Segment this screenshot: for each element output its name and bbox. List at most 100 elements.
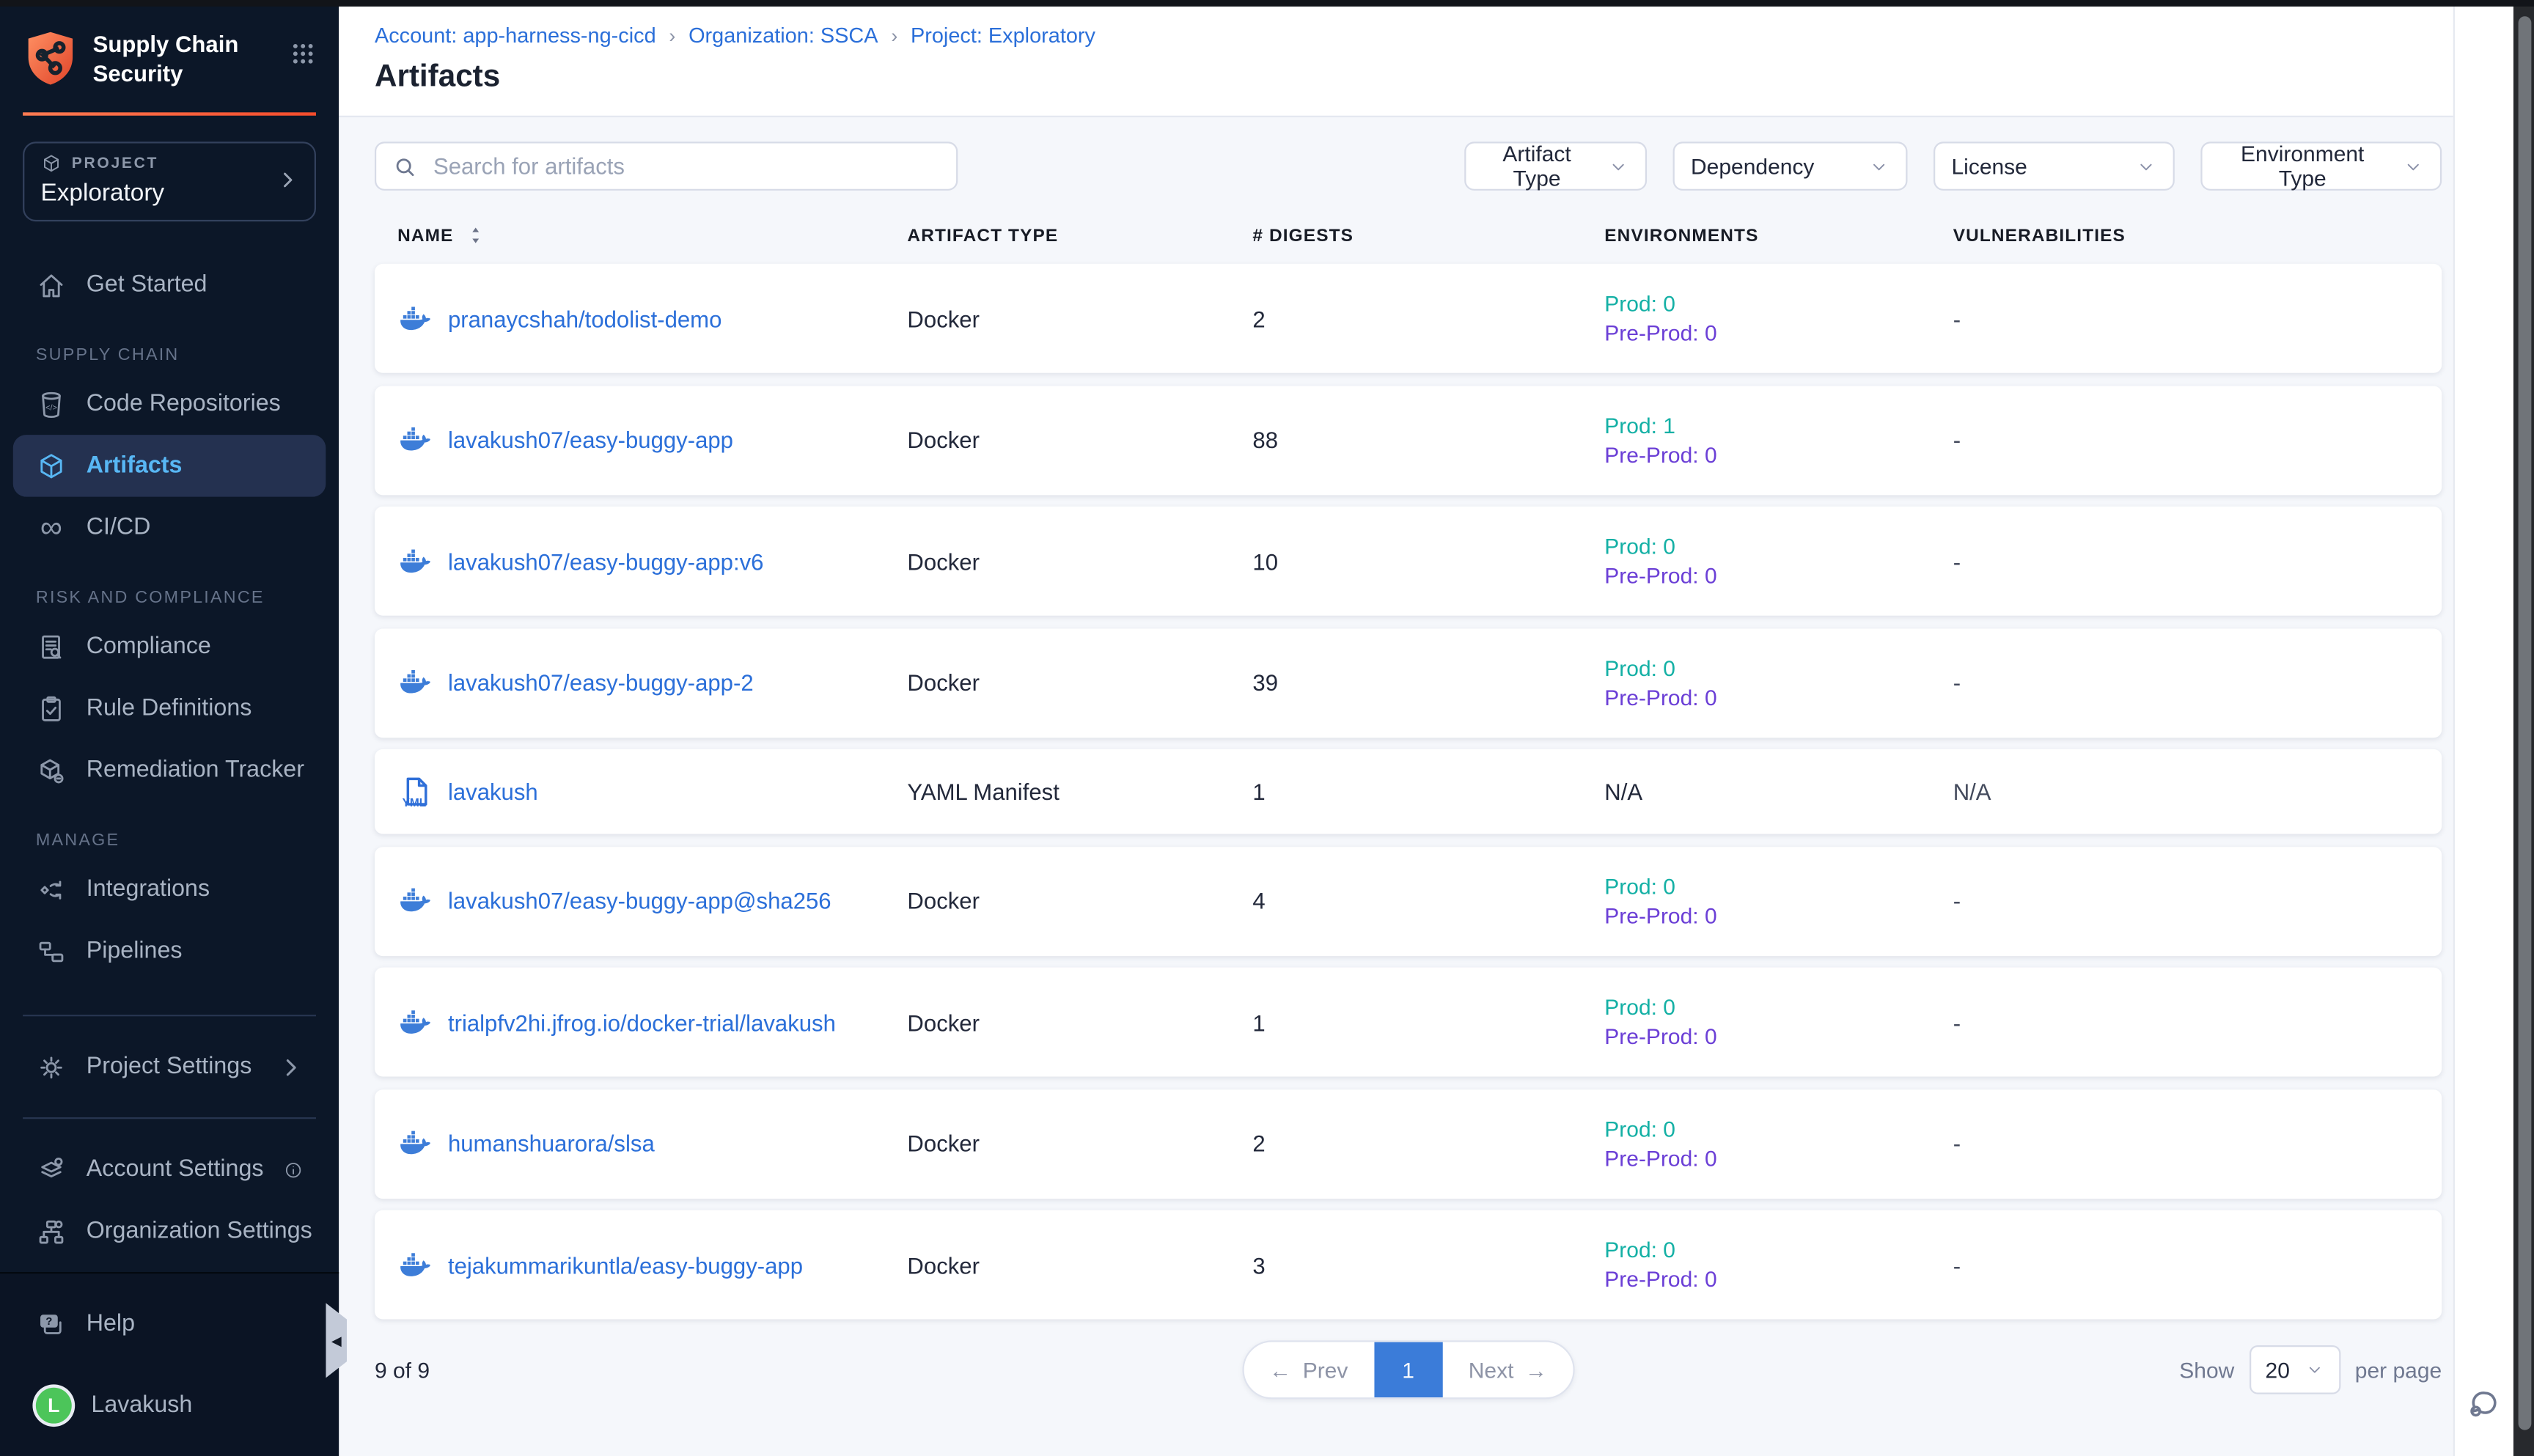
preprod-env-link[interactable]: Pre-Prod: 0: [1604, 442, 1953, 466]
artifact-name-link[interactable]: lavakush: [448, 779, 538, 805]
avatar: L: [36, 1388, 72, 1424]
table-header: NAME ARTIFACT TYPE # DIGESTS ENVIRONMENT…: [375, 225, 2442, 246]
vulnerabilities-cell: -: [1953, 1130, 2419, 1157]
docker-icon: [397, 1004, 433, 1040]
user-menu[interactable]: L Lavakush: [13, 1375, 326, 1436]
artifact-name-link[interactable]: lavakush07/easy-buggy-app:v6: [448, 548, 764, 575]
preprod-env-link[interactable]: Pre-Prod: 0: [1604, 321, 1953, 345]
artifact-type-filter[interactable]: Artifact Type: [1464, 141, 1647, 191]
cube-wrench-icon: [36, 756, 67, 787]
environments-cell: Prod: 1 Pre-Prod: 0: [1604, 413, 1953, 466]
artifact-type-cell: Docker: [907, 1130, 1252, 1157]
artifact-list: pranaycshah/todolist-demo Docker 2 Prod:…: [375, 264, 2442, 1320]
sidebar-footer: ? Help L Lavakush: [0, 1272, 339, 1456]
table-row: humanshuarora/slsa Docker 2 Prod: 0 Pre-…: [375, 1089, 2442, 1198]
sidebar-item-remediation-tracker[interactable]: Remediation Tracker: [13, 740, 326, 801]
digest-count-cell: 39: [1252, 669, 1604, 696]
preprod-env-link[interactable]: Pre-Prod: 0: [1604, 685, 1953, 709]
preprod-env-link[interactable]: Pre-Prod: 0: [1604, 903, 1953, 927]
sort-icon[interactable]: [466, 225, 486, 246]
sidebar: Supply Chain Security PROJECT: [0, 0, 339, 1456]
next-page-button[interactable]: Next →: [1442, 1342, 1573, 1398]
project-selector-name: Exploratory: [41, 180, 277, 207]
digest-count-cell: 2: [1252, 306, 1604, 332]
license-filter[interactable]: License: [1933, 141, 2175, 191]
sidebar-item-project-settings[interactable]: Project Settings: [13, 1037, 326, 1098]
yaml-file-icon: YML: [397, 773, 433, 809]
dependency-filter[interactable]: Dependency: [1673, 141, 1908, 191]
sidebar-item-get-started[interactable]: Get Started: [13, 254, 326, 316]
artifact-name-link[interactable]: pranaycshah/todolist-demo: [448, 306, 721, 332]
environments-cell: Prod: 0 Pre-Prod: 0: [1604, 655, 1953, 709]
artifact-type-cell: Docker: [907, 888, 1252, 914]
pagination-bar: 9 of 9 ← Prev 1 Next → Show 20 per page: [375, 1340, 2442, 1399]
project-selector[interactable]: PROJECT Exploratory: [23, 142, 316, 222]
cube-icon: [36, 451, 67, 482]
artifact-name-link[interactable]: trialpfv2hi.jfrog.io/docker-trial/lavaku…: [448, 1009, 836, 1035]
column-environments: ENVIRONMENTS: [1604, 226, 1953, 246]
prod-env-link[interactable]: Prod: 0: [1604, 1238, 1953, 1262]
svg-text:</>: </>: [45, 403, 57, 412]
app-grid-icon[interactable]: [290, 29, 316, 67]
brand-accent-line: [23, 113, 316, 116]
sidebar-item-help[interactable]: ? Help: [13, 1293, 326, 1355]
prod-env-link[interactable]: Prod: 0: [1604, 292, 1953, 316]
artifact-name-link[interactable]: lavakush07/easy-buggy-app: [448, 427, 733, 453]
chat-support-icon[interactable]: [2464, 1386, 2502, 1424]
page-number-button[interactable]: 1: [1374, 1342, 1442, 1398]
artifact-name-link[interactable]: humanshuarora/slsa: [448, 1130, 655, 1157]
vulnerabilities-cell: -: [1953, 1251, 2419, 1278]
scrollbar-thumb[interactable]: [2517, 16, 2530, 1430]
prod-env-link[interactable]: Prod: 0: [1604, 995, 1953, 1019]
artifact-name-link[interactable]: tejakummarikuntla/easy-buggy-app: [448, 1251, 803, 1278]
section-label-manage: MANAGE: [36, 831, 339, 851]
sidebar-item-pipelines[interactable]: Pipelines: [13, 921, 326, 982]
search-input[interactable]: [430, 152, 940, 181]
chevron-down-icon: [2136, 155, 2157, 177]
docker-icon: [397, 422, 433, 457]
sidebar-item-rule-definitions[interactable]: Rule Definitions: [13, 678, 326, 740]
sidebar-item-integrations[interactable]: Integrations: [13, 859, 326, 921]
preprod-env-link[interactable]: Pre-Prod: 0: [1604, 1267, 1953, 1291]
environments-cell: Prod: 0 Pre-Prod: 0: [1604, 292, 1953, 345]
artifact-name-link[interactable]: lavakush07/easy-buggy-app@sha256: [448, 888, 831, 914]
environments-cell: N/A: [1604, 779, 1953, 805]
digest-count-cell: 3: [1252, 1251, 1604, 1278]
sidebar-item-compliance[interactable]: Compliance: [13, 617, 326, 678]
layers-gear-icon: [36, 1155, 67, 1185]
sidebar-item-cicd[interactable]: ∞ CI/CD: [13, 497, 326, 559]
per-page-label: per page: [2355, 1358, 2442, 1382]
prod-env-link[interactable]: Prod: 0: [1604, 1117, 1953, 1141]
sidebar-item-account-settings[interactable]: Account Settings: [13, 1139, 326, 1201]
breadcrumb-project-link[interactable]: Project: Exploratory: [911, 23, 1095, 47]
svg-text:?: ?: [45, 1315, 52, 1327]
sidebar-item-code-repositories[interactable]: </> Code Repositories: [13, 374, 326, 435]
breadcrumb-account-link[interactable]: Account: app-harness-ng-cicd: [375, 23, 656, 47]
brand-title: Supply Chain Security: [93, 29, 239, 89]
divider: [23, 1015, 316, 1017]
prod-env-link[interactable]: Prod: 0: [1604, 534, 1953, 559]
sidebar-item-artifacts[interactable]: Artifacts: [13, 435, 326, 497]
cube-icon: [41, 154, 62, 175]
prod-env-link[interactable]: Prod: 0: [1604, 655, 1953, 680]
info-icon[interactable]: [283, 1158, 303, 1182]
sidebar-item-organization-settings[interactable]: Organization Settings: [13, 1201, 326, 1262]
column-name: NAME: [397, 226, 453, 246]
code-repo-icon: </>: [36, 389, 67, 420]
project-selector-label: PROJECT: [72, 155, 158, 173]
artifact-name-link[interactable]: lavakush07/easy-buggy-app-2: [448, 669, 754, 696]
collapse-arrow-icon: ◀: [331, 1333, 342, 1347]
svg-text:YML: YML: [403, 797, 427, 809]
prev-page-button[interactable]: ← Prev: [1244, 1342, 1374, 1398]
prod-env-link[interactable]: Prod: 1: [1604, 413, 1953, 437]
preprod-env-link[interactable]: Pre-Prod: 0: [1604, 1024, 1953, 1048]
prod-env-link[interactable]: Prod: 0: [1604, 874, 1953, 898]
environments-cell: Prod: 0 Pre-Prod: 0: [1604, 534, 1953, 588]
preprod-env-link[interactable]: Pre-Prod: 0: [1604, 1146, 1953, 1170]
environment-type-filter[interactable]: Environment Type: [2200, 141, 2442, 191]
breadcrumb-organization-link[interactable]: Organization: SSCA: [688, 23, 878, 47]
scrollbar-track[interactable]: [2513, 0, 2534, 1456]
preprod-env-link[interactable]: Pre-Prod: 0: [1604, 564, 1953, 588]
page-size-select[interactable]: 20: [2249, 1345, 2340, 1394]
column-digests: # DIGESTS: [1252, 226, 1604, 246]
